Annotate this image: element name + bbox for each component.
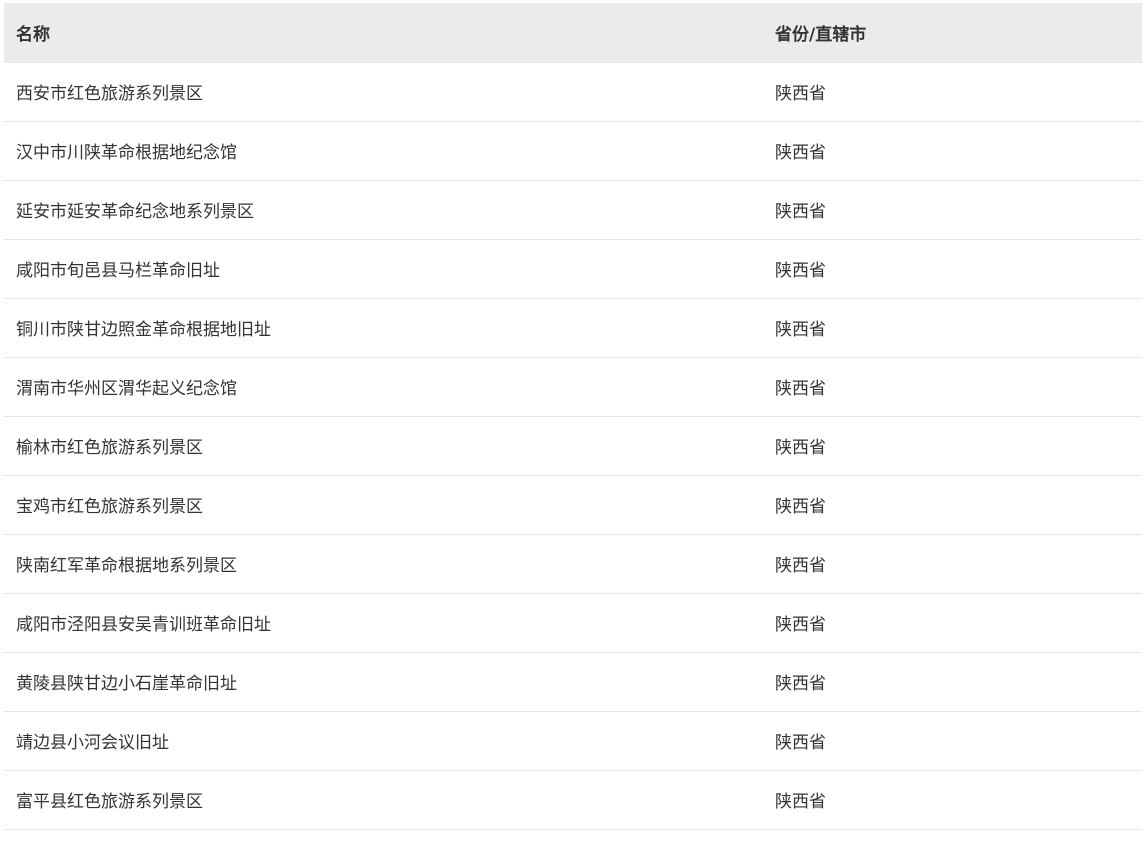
table-row: 咸阳市泾阳县安吴青训班革命旧址 陕西省	[4, 593, 1142, 652]
cell-name: 榆林市红色旅游系列景区	[16, 438, 203, 458]
header-row: 名称 省份/直辖市	[4, 3, 1142, 62]
table-row: 延安市延安革命纪念地系列景区 陕西省	[4, 180, 1142, 239]
column-header-province: 省份/直辖市	[775, 24, 867, 45]
cell-name: 西安市红色旅游系列景区	[16, 84, 203, 104]
data-table-container: 名称 省份/直辖市 西安市红色旅游系列景区 陕西省 汉中市川陕革命根据地纪念馆 …	[4, 3, 1142, 830]
cell-province: 陕西省	[775, 615, 826, 635]
cell-name: 富平县红色旅游系列景区	[16, 792, 203, 812]
table-row: 黄陵县陕甘边小石崖革命旧址 陕西省	[4, 652, 1142, 711]
table-row: 渭南市华州区渭华起义纪念馆 陕西省	[4, 357, 1142, 416]
table-row: 富平县红色旅游系列景区 陕西省	[4, 770, 1142, 829]
cell-name: 延安市延安革命纪念地系列景区	[16, 202, 254, 222]
cell-name: 咸阳市泾阳县安吴青训班革命旧址	[16, 615, 271, 635]
table-row: 宝鸡市红色旅游系列景区 陕西省	[4, 475, 1142, 534]
red-tourism-sites-table: 名称 省份/直辖市 西安市红色旅游系列景区 陕西省 汉中市川陕革命根据地纪念馆 …	[4, 3, 1142, 830]
cell-province: 陕西省	[775, 202, 826, 222]
cell-name: 汉中市川陕革命根据地纪念馆	[16, 143, 237, 163]
table-row: 陕南红军革命根据地系列景区 陕西省	[4, 534, 1142, 593]
cell-province: 陕西省	[775, 556, 826, 576]
cell-province: 陕西省	[775, 143, 826, 163]
table-row: 铜川市陕甘边照金革命根据地旧址 陕西省	[4, 298, 1142, 357]
cell-province: 陕西省	[775, 497, 826, 517]
cell-province: 陕西省	[775, 84, 826, 104]
cell-name: 陕南红军革命根据地系列景区	[16, 556, 237, 576]
table-body: 西安市红色旅游系列景区 陕西省 汉中市川陕革命根据地纪念馆 陕西省 延安市延安革…	[4, 62, 1142, 829]
cell-province: 陕西省	[775, 733, 826, 753]
table-header: 名称 省份/直辖市	[4, 3, 1142, 62]
column-header-name: 名称	[16, 24, 50, 45]
table-row: 榆林市红色旅游系列景区 陕西省	[4, 416, 1142, 475]
table-row: 咸阳市旬邑县马栏革命旧址 陕西省	[4, 239, 1142, 298]
cell-province: 陕西省	[775, 320, 826, 340]
cell-province: 陕西省	[775, 261, 826, 281]
table-row: 靖边县小河会议旧址 陕西省	[4, 711, 1142, 770]
cell-name: 渭南市华州区渭华起义纪念馆	[16, 379, 237, 399]
cell-name: 靖边县小河会议旧址	[16, 733, 169, 753]
cell-name: 铜川市陕甘边照金革命根据地旧址	[16, 320, 271, 340]
cell-province: 陕西省	[775, 379, 826, 399]
cell-province: 陕西省	[775, 792, 826, 812]
cell-name: 黄陵县陕甘边小石崖革命旧址	[16, 674, 237, 694]
cell-province: 陕西省	[775, 674, 826, 694]
table-row: 汉中市川陕革命根据地纪念馆 陕西省	[4, 121, 1142, 180]
table-row: 西安市红色旅游系列景区 陕西省	[4, 62, 1142, 121]
cell-province: 陕西省	[775, 438, 826, 458]
cell-name: 咸阳市旬邑县马栏革命旧址	[16, 261, 220, 281]
cell-name: 宝鸡市红色旅游系列景区	[16, 497, 203, 517]
